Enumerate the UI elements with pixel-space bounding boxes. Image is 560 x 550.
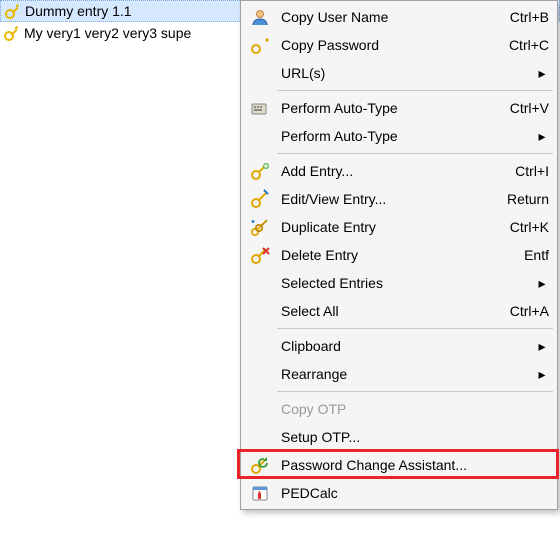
menu-item-sel-all[interactable]: Select AllCtrl+A [243, 297, 555, 325]
context-menu: Copy User NameCtrl+BCopy PasswordCtrl+CU… [240, 0, 558, 510]
menu-item-copy-pass[interactable]: Copy PasswordCtrl+C [243, 31, 555, 59]
chevron-right-icon: ▸ [535, 65, 549, 82]
menu-item-label: Password Change Assistant... [275, 457, 549, 473]
entry-label: My very1 very2 very3 supe [24, 25, 191, 41]
menu-item-label: PEDCalc [275, 485, 549, 501]
key-icon [4, 25, 20, 41]
menu-item-shortcut: Ctrl+B [489, 9, 549, 25]
menu-item-label: Clipboard [275, 338, 535, 354]
menu-item-label: Copy Password [275, 37, 489, 53]
calendar-icon [245, 483, 275, 503]
key-gold-icon [245, 35, 275, 55]
menu-item-dup-entry[interactable]: Duplicate EntryCtrl+K [243, 213, 555, 241]
menu-item-clipboard[interactable]: Clipboard▸ [243, 332, 555, 360]
chevron-right-icon: ▸ [535, 275, 549, 292]
menu-item-shortcut: Ctrl+A [489, 303, 549, 319]
menu-item-copy-user[interactable]: Copy User NameCtrl+B [243, 3, 555, 31]
menu-item-sel-entries[interactable]: Selected Entries▸ [243, 269, 555, 297]
menu-item-label: Copy User Name [275, 9, 489, 25]
autotype-icon [245, 98, 275, 118]
menu-item-del-entry[interactable]: Delete EntryEntf [243, 241, 555, 269]
menu-item-copy-otp: Copy OTP [243, 395, 555, 423]
menu-item-shortcut: Ctrl+V [489, 100, 549, 116]
menu-item-shortcut: Ctrl+I [489, 163, 549, 179]
menu-item-urls[interactable]: URL(s)▸ [243, 59, 555, 87]
key-dup-icon [245, 217, 275, 237]
menu-item-add-entry[interactable]: Add Entry...Ctrl+I [243, 157, 555, 185]
menu-item-shortcut: Ctrl+C [489, 37, 549, 53]
menu-item-label: Perform Auto-Type [275, 100, 489, 116]
menu-separator [277, 153, 553, 154]
menu-item-label: Edit/View Entry... [275, 191, 489, 207]
menu-separator [277, 391, 553, 392]
menu-item-label: Rearrange [275, 366, 535, 382]
menu-item-shortcut: Ctrl+K [489, 219, 549, 235]
key-del-icon [245, 245, 275, 265]
menu-item-label: Delete Entry [275, 247, 489, 263]
key-edit-icon [245, 189, 275, 209]
menu-item-shortcut: Return [489, 191, 549, 207]
user-icon [245, 7, 275, 27]
menu-item-rearrange[interactable]: Rearrange▸ [243, 360, 555, 388]
entry-label: Dummy entry 1.1 [25, 3, 132, 19]
menu-item-label: Copy OTP [275, 401, 549, 417]
key-add-icon [245, 161, 275, 181]
menu-separator [277, 90, 553, 91]
menu-item-autotype2[interactable]: Perform Auto-Type▸ [243, 122, 555, 150]
menu-item-label: URL(s) [275, 65, 535, 81]
chevron-right-icon: ▸ [535, 366, 549, 383]
menu-item-pedcalc[interactable]: PEDCalc [243, 479, 555, 507]
menu-item-label: Perform Auto-Type [275, 128, 535, 144]
menu-item-label: Setup OTP... [275, 429, 549, 445]
menu-item-autotype[interactable]: Perform Auto-TypeCtrl+V [243, 94, 555, 122]
menu-item-label: Duplicate Entry [275, 219, 489, 235]
menu-item-shortcut: Entf [489, 247, 549, 263]
menu-item-edit-entry[interactable]: Edit/View Entry...Return [243, 185, 555, 213]
menu-item-label: Add Entry... [275, 163, 489, 179]
key-change-icon [245, 455, 275, 475]
menu-item-setup-otp[interactable]: Setup OTP... [243, 423, 555, 451]
menu-separator [277, 328, 553, 329]
menu-item-label: Select All [275, 303, 489, 319]
chevron-right-icon: ▸ [535, 338, 549, 355]
menu-item-pca[interactable]: Password Change Assistant... [243, 451, 555, 479]
menu-item-label: Selected Entries [275, 275, 535, 291]
chevron-right-icon: ▸ [535, 128, 549, 145]
key-icon [5, 3, 21, 19]
